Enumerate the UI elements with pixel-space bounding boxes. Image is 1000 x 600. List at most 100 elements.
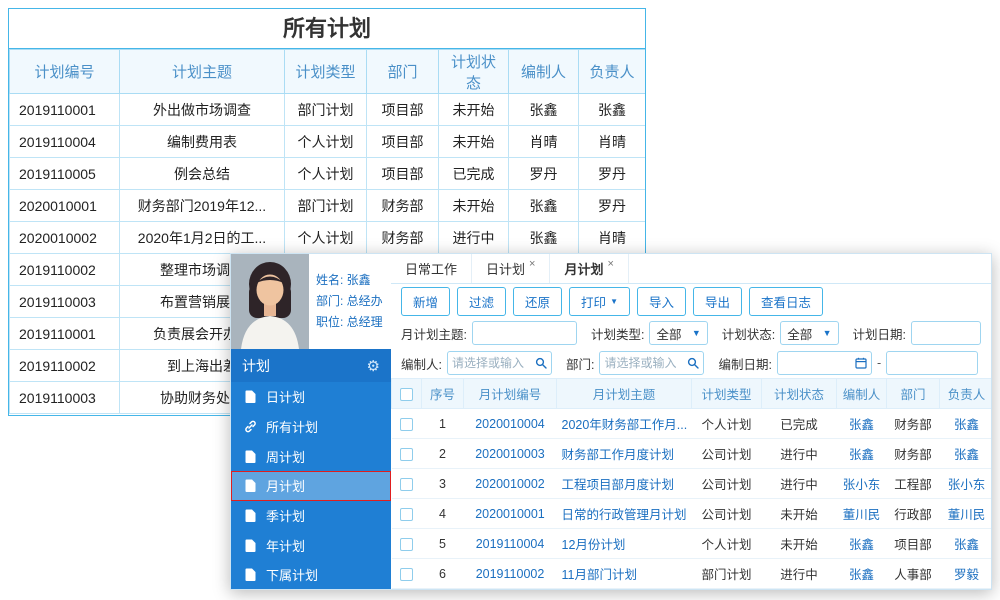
- table-row[interactable]: 4 2020010001 日常的行政管理月计划 公司计划 未开始 董川民 行政部 董川民: [391, 498, 991, 529]
- table-cell: 2019110005: [9, 157, 120, 190]
- sidebar-item-annual-plan[interactable]: 年计划: [231, 530, 391, 560]
- close-icon[interactable]: ×: [607, 258, 613, 270]
- table-cell: 2019110003: [9, 381, 120, 414]
- cell-link[interactable]: 张鑫: [954, 448, 979, 462]
- sidebar-item-label: 下属计划: [266, 568, 319, 584]
- sidebar-item-monthly-plan[interactable]: 月计划: [231, 471, 391, 501]
- print-button[interactable]: 打印 ▼: [569, 286, 630, 316]
- cell-link[interactable]: 张鑫: [849, 418, 874, 432]
- gear-icon[interactable]: ⚙: [367, 357, 380, 375]
- column-header: 计划主题: [119, 49, 285, 94]
- row-checkbox[interactable]: [400, 537, 413, 551]
- create-date-to-input[interactable]: [886, 351, 979, 375]
- cell-link[interactable]: 罗毅: [954, 568, 979, 582]
- cell-link[interactable]: 12月份计划: [562, 538, 626, 552]
- table-row[interactable]: 2020010002 2020年1月2日的工... 个人计划 财务部 进行中 张鑫 肖晴: [9, 221, 645, 254]
- document-icon: [244, 450, 257, 463]
- button-label: 导入: [648, 295, 674, 310]
- tab-label: 日常工作: [405, 262, 458, 277]
- plan-date-filter-label: 计划日期:: [852, 327, 906, 342]
- cell-text: 人事部: [894, 568, 932, 582]
- table-row[interactable]: 2019110004 编制费用表 个人计划 项目部 未开始 肖晴 肖晴: [9, 125, 645, 158]
- row-checkbox[interactable]: [400, 447, 413, 461]
- cell-link[interactable]: 张小东: [843, 478, 881, 492]
- sidebar-item-all-plans[interactable]: 所有计划: [231, 412, 391, 442]
- table-row[interactable]: 3 2020010002 工程项目部月度计划 公司计划 进行中 张小东 工程部 张小东: [391, 468, 991, 499]
- subject-filter-input[interactable]: [471, 321, 577, 345]
- create-date-from-input[interactable]: [777, 352, 855, 374]
- create-date-from-picker[interactable]: [776, 351, 872, 375]
- cell-link[interactable]: 董川民: [843, 508, 881, 522]
- table-cell: 张鑫: [939, 438, 991, 469]
- screen: 所有计划 计划编号 计划主题 计划类型 部门 计划状态 编制人 负责人 2019110001…: [0, 0, 1000, 600]
- row-checkbox[interactable]: [400, 417, 413, 431]
- cell-link[interactable]: 2019110004: [476, 537, 545, 551]
- row-checkbox[interactable]: [400, 507, 413, 521]
- table-cell: 日常的行政管理月计划: [556, 498, 692, 529]
- cell-link[interactable]: 2020010002: [475, 477, 545, 491]
- sidebar-item-weekly-plan[interactable]: 周计划: [231, 441, 391, 471]
- select-all-checkbox[interactable]: [400, 387, 413, 401]
- type-filter-select[interactable]: 全部 ▼: [649, 321, 708, 345]
- creator-filter-input[interactable]: [447, 352, 535, 374]
- filter-button[interactable]: 过滤: [457, 286, 507, 316]
- add-button[interactable]: 新增: [401, 286, 451, 316]
- cell-link[interactable]: 张小东: [948, 478, 986, 492]
- restore-button[interactable]: 还原: [513, 286, 563, 316]
- cell-link[interactable]: 2020010003: [475, 447, 545, 461]
- table-cell: 个人计划: [691, 528, 762, 559]
- cell-link[interactable]: 2020010004: [475, 417, 545, 431]
- table-row[interactable]: 5 2019110004 12月份计划 个人计划 未开始 张鑫 项目部 张鑫: [391, 528, 991, 559]
- table-cell: 2020年财务部工作月...: [556, 408, 692, 439]
- table-row[interactable]: 2 2020010003 财务部工作月度计划 公司计划 进行中 张鑫 财务部 张鑫: [391, 438, 991, 469]
- cell-link[interactable]: 张鑫: [849, 568, 874, 582]
- cell-link[interactable]: 11月部门计划: [562, 568, 637, 582]
- table-cell: 个人计划: [691, 408, 762, 439]
- table-cell: 已完成: [761, 408, 837, 439]
- tab-daily-plan[interactable]: 日计划 ×: [472, 254, 551, 283]
- sidebar-section-plans[interactable]: 计划 ⚙: [231, 349, 391, 382]
- table-row[interactable]: 2020010001 财务部门2019年12... 部门计划 财务部 未开始 张鑫 罗丹: [9, 189, 645, 222]
- creator-filter-picker[interactable]: [446, 351, 552, 375]
- cell-link[interactable]: 工程项目部月度计划: [562, 478, 675, 492]
- view-logs-button[interactable]: 查看日志: [749, 286, 824, 316]
- row-checkbox[interactable]: [400, 477, 413, 491]
- sidebar-item-subordinate-plans[interactable]: 下属计划: [231, 560, 391, 589]
- plan-date-filter-input[interactable]: [911, 321, 981, 345]
- dept-filter-picker[interactable]: [599, 351, 705, 375]
- status-filter-select[interactable]: 全部 ▼: [780, 321, 839, 345]
- table-cell: 部门计划: [691, 558, 762, 589]
- profile-name: 姓名: 张鑫: [316, 273, 371, 287]
- table-cell: 未开始: [761, 528, 837, 559]
- close-icon[interactable]: ×: [529, 258, 535, 270]
- cell-link[interactable]: 张鑫: [954, 418, 979, 432]
- tab-daily-work[interactable]: 日常工作: [391, 254, 473, 283]
- row-checkbox[interactable]: [400, 567, 413, 581]
- cell-link[interactable]: 董川民: [948, 508, 986, 522]
- cell-link[interactable]: 张鑫: [849, 538, 874, 552]
- table-row[interactable]: 1 2020010004 2020年财务部工作月... 个人计划 已完成 张鑫 财务部 张鑫: [391, 408, 991, 439]
- table-row[interactable]: 2019110001 外出做市场调查 部门计划 项目部 未开始 张鑫 张鑫: [9, 93, 645, 126]
- table-row[interactable]: 2019110005 例会总结 个人计划 项目部 已完成 罗丹 罗丹: [9, 157, 645, 190]
- export-button[interactable]: 导出: [693, 286, 743, 316]
- cell-link[interactable]: 日常的行政管理月计划: [562, 508, 687, 522]
- table-cell: 张鑫: [508, 93, 579, 126]
- cell-link[interactable]: 2019110002: [476, 567, 545, 581]
- import-button[interactable]: 导入: [636, 286, 686, 316]
- sidebar-item-quarterly-plan[interactable]: 季计划: [231, 501, 391, 531]
- tab-monthly-plan[interactable]: 月计划 ×: [550, 254, 629, 283]
- table-cell: 2019110001: [9, 93, 120, 126]
- column-header: 计划状态: [438, 49, 509, 94]
- table-cell: 6: [421, 558, 464, 589]
- cell-link[interactable]: 张鑫: [954, 538, 979, 552]
- table-cell: 财务部: [886, 408, 940, 439]
- cell-link[interactable]: 2020010001: [475, 507, 545, 521]
- sidebar-item-daily-plan[interactable]: 日计划: [231, 382, 391, 412]
- table-row[interactable]: 6 2019110002 11月部门计划 部门计划 进行中 张鑫 人事部 罗毅: [391, 558, 991, 589]
- dept-filter-input[interactable]: [600, 352, 688, 374]
- cell-link[interactable]: 财务部工作月度计划: [562, 448, 675, 462]
- column-header: 部门: [886, 378, 940, 409]
- cell-link[interactable]: 2020年财务部工作月...: [562, 418, 688, 432]
- cell-link[interactable]: 张鑫: [849, 448, 874, 462]
- table-cell: 2019110002: [9, 253, 120, 286]
